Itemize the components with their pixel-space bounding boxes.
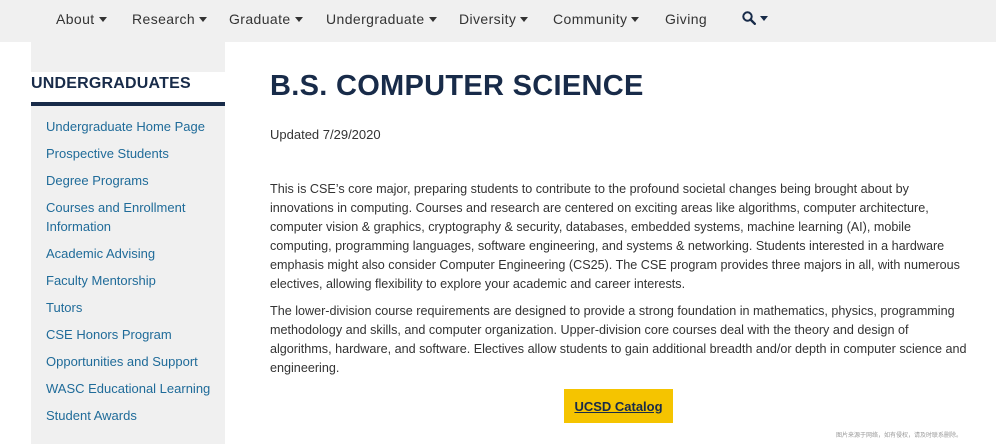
sidebar-link-degree-programs[interactable]: Degree Programs bbox=[46, 171, 221, 190]
sidebar-link-prospective-students[interactable]: Prospective Students bbox=[46, 144, 221, 163]
sidebar-link-opportunities-support[interactable]: Opportunities and Support bbox=[46, 352, 221, 371]
sidebar-link-academic-advising[interactable]: Academic Advising bbox=[46, 244, 221, 263]
caret-down-icon bbox=[199, 17, 208, 22]
requirements-paragraph: The lower-division course requirements a… bbox=[270, 304, 967, 375]
nav-label: About bbox=[56, 11, 95, 27]
sidebar-link-cse-honors[interactable]: CSE Honors Program bbox=[46, 325, 221, 344]
sidebar-link-tutors[interactable]: Tutors bbox=[46, 298, 221, 317]
nav-label: Research bbox=[132, 11, 196, 27]
caret-down-icon bbox=[98, 17, 107, 22]
nav-label: Diversity bbox=[459, 11, 517, 27]
sidebar-link-undergraduate-home[interactable]: Undergraduate Home Page bbox=[46, 117, 221, 136]
sidebar-heading: UNDERGRADUATES bbox=[31, 75, 191, 92]
top-navigation-bar: About Research Graduate Undergraduate Di… bbox=[0, 0, 996, 42]
caret-down-icon bbox=[631, 17, 640, 22]
caret-down-icon bbox=[428, 17, 437, 22]
sidebar-link-student-awards[interactable]: Student Awards bbox=[46, 406, 221, 425]
nav-item-research[interactable]: Research bbox=[132, 11, 208, 27]
search-toggle[interactable] bbox=[742, 11, 768, 25]
nav-label: Community bbox=[553, 11, 628, 27]
caret-down-icon bbox=[520, 17, 529, 22]
nav-item-diversity[interactable]: Diversity bbox=[459, 11, 529, 27]
caret-down-icon bbox=[294, 17, 303, 22]
nav-item-community[interactable]: Community bbox=[553, 11, 640, 27]
page-title: B.S. COMPUTER SCIENCE bbox=[270, 70, 644, 102]
nav-item-giving[interactable]: Giving bbox=[665, 11, 707, 27]
nav-item-undergraduate[interactable]: Undergraduate bbox=[326, 11, 437, 27]
sidebar-heading-block: UNDERGRADUATES bbox=[31, 72, 225, 106]
watermark-text: 图片来源于网络，如有侵权，请及时联系删除。 bbox=[836, 433, 963, 439]
sidebar: UNDERGRADUATES Undergraduate Home Page P… bbox=[31, 42, 225, 444]
search-icon bbox=[742, 11, 756, 25]
sidebar-link-faculty-mentorship[interactable]: Faculty Mentorship bbox=[46, 271, 221, 290]
nav-label: Graduate bbox=[229, 11, 291, 27]
intro-paragraph: This is CSE’s core major, preparing stud… bbox=[270, 182, 960, 291]
updated-date: Updated 7/29/2020 bbox=[270, 127, 381, 142]
ucsd-catalog-button[interactable]: UCSD Catalog bbox=[564, 389, 673, 423]
nav-label: Giving bbox=[665, 11, 708, 27]
caret-down-icon bbox=[760, 16, 768, 21]
sidebar-link-courses-enrollment[interactable]: Courses and Enrollment Information bbox=[46, 198, 196, 236]
nav-label: Undergraduate bbox=[326, 11, 425, 27]
sidebar-link-wasc-learning[interactable]: WASC Educational Learning bbox=[46, 379, 221, 398]
nav-item-about[interactable]: About bbox=[56, 11, 107, 27]
nav-item-graduate[interactable]: Graduate bbox=[229, 11, 303, 27]
